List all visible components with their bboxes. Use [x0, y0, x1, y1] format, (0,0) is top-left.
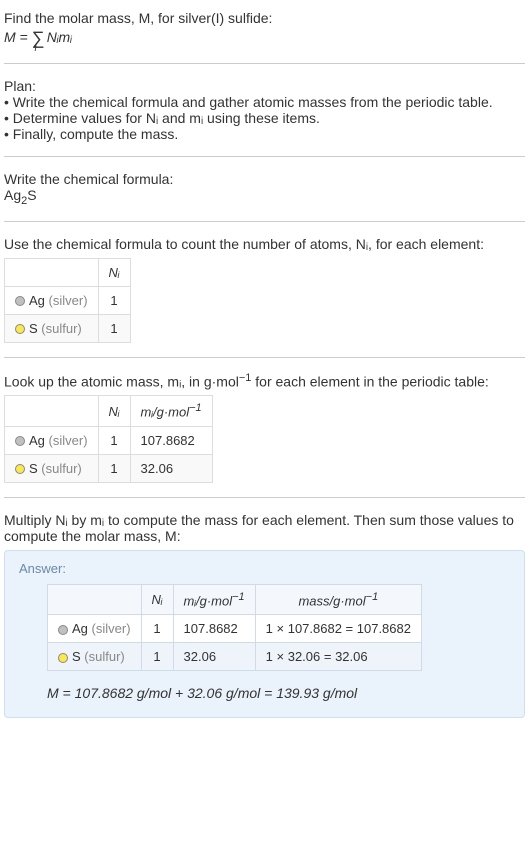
table-row: Ag (silver) 1 107.8682 — [5, 426, 213, 454]
plan-bullet: • Write the chemical formula and gather … — [4, 94, 525, 110]
m-cell: 107.8682 — [130, 426, 212, 454]
formula-part: S — [27, 187, 36, 203]
n-cell: 1 — [141, 615, 173, 643]
element-symbol: S — [72, 649, 81, 664]
plan-section: Plan: • Write the chemical formula and g… — [4, 72, 525, 148]
col-n: Nᵢ — [98, 396, 130, 426]
table-header-row: Nᵢ — [5, 258, 131, 286]
step-heading: Multiply Nᵢ by mᵢ to compute the mass fo… — [4, 512, 525, 544]
divider — [4, 357, 525, 358]
element-cell: Ag (silver) — [5, 426, 99, 454]
n-cell: 1 — [141, 643, 173, 671]
table-row: S (sulfur) 1 32.06 — [5, 454, 213, 482]
element-symbol: Ag — [29, 293, 45, 308]
element-cell: Ag (silver) — [5, 286, 99, 314]
step-multiply: Multiply Nᵢ by mᵢ to compute the mass fo… — [4, 506, 525, 724]
element-name: (silver) — [49, 433, 88, 448]
element-symbol: S — [29, 461, 38, 476]
element-name: (silver) — [92, 621, 131, 636]
eq-index: i — [34, 43, 36, 54]
element-swatch-icon — [58, 653, 68, 663]
heading-sup: −1 — [239, 372, 252, 384]
m-cell: 32.06 — [173, 643, 255, 671]
eq-left: M = — [4, 29, 32, 45]
heading-part: for each element in the periodic table: — [251, 373, 488, 389]
element-swatch-icon — [15, 464, 25, 474]
answer-box: Answer: Nᵢ mᵢ/g·mol−1 mass/g·mol−1 Ag (s… — [4, 550, 525, 718]
m-cell: 107.8682 — [173, 615, 255, 643]
col-element — [5, 396, 99, 426]
plan-heading: Plan: — [4, 78, 525, 94]
step-count-atoms: Use the chemical formula to count the nu… — [4, 230, 525, 349]
eq-right: Nᵢmᵢ — [47, 29, 72, 45]
step-heading: Write the chemical formula: — [4, 171, 525, 187]
answer-table: Nᵢ mᵢ/g·mol−1 mass/g·mol−1 Ag (silver) 1… — [47, 584, 422, 671]
m-cell: 32.06 — [130, 454, 212, 482]
element-swatch-icon — [15, 296, 25, 306]
col-m-sup: −1 — [232, 591, 245, 603]
element-swatch-icon — [15, 324, 25, 334]
col-m: mᵢ/g·mol−1 — [173, 584, 255, 614]
col-element — [5, 258, 99, 286]
n-cell: 1 — [98, 426, 130, 454]
element-cell: S (sulfur) — [48, 643, 142, 671]
step-heading: Look up the atomic mass, mᵢ, in g·mol−1 … — [4, 372, 525, 390]
element-cell: Ag (silver) — [48, 615, 142, 643]
table-header-row: Nᵢ mᵢ/g·mol−1 — [5, 396, 213, 426]
table-row: Ag (silver) 1 — [5, 286, 131, 314]
atoms-table: Nᵢ Ag (silver) 1 S (sulfur) 1 — [4, 258, 131, 343]
answer-label: Answer: — [19, 561, 510, 576]
atomic-mass-table: Nᵢ mᵢ/g·mol−1 Ag (silver) 1 107.8682 S (… — [4, 395, 213, 482]
formula-part: Ag — [4, 187, 21, 203]
plan-bullet: • Finally, compute the mass. — [4, 126, 525, 142]
n-cell: 1 — [98, 314, 130, 342]
divider — [4, 63, 525, 64]
step-atomic-mass: Look up the atomic mass, mᵢ, in g·mol−1 … — [4, 366, 525, 489]
table-row: S (sulfur) 1 32.06 1 × 32.06 = 32.06 — [48, 643, 422, 671]
table-header-row: Nᵢ mᵢ/g·mol−1 mass/g·mol−1 — [48, 584, 422, 614]
element-name: (sulfur) — [84, 649, 124, 664]
divider — [4, 497, 525, 498]
mass-cell: 1 × 32.06 = 32.06 — [255, 643, 421, 671]
col-m-text: mᵢ/g·mol — [141, 405, 190, 420]
element-cell: S (sulfur) — [5, 314, 99, 342]
divider — [4, 221, 525, 222]
chemical-formula: Ag2S — [4, 187, 525, 207]
intro-section: Find the molar mass, M, for silver(I) su… — [4, 4, 525, 55]
col-m-text: mᵢ/g·mol — [184, 593, 233, 608]
col-element — [48, 584, 142, 614]
plan-bullet: • Determine values for Nᵢ and mᵢ using t… — [4, 110, 525, 126]
intro-line: Find the molar mass, M, for silver(I) su… — [4, 10, 525, 26]
table-row: S (sulfur) 1 — [5, 314, 131, 342]
col-m-sup: −1 — [189, 402, 202, 414]
heading-part: Look up the atomic mass, mᵢ, in g·mol — [4, 373, 239, 389]
col-n: Nᵢ — [98, 258, 130, 286]
col-n: Nᵢ — [141, 584, 173, 614]
table-row: Ag (silver) 1 107.8682 1 × 107.8682 = 10… — [48, 615, 422, 643]
divider — [4, 156, 525, 157]
col-mass: mass/g·mol−1 — [255, 584, 421, 614]
element-symbol: Ag — [72, 621, 88, 636]
element-swatch-icon — [15, 436, 25, 446]
col-m: mᵢ/g·mol−1 — [130, 396, 212, 426]
element-name: (sulfur) — [41, 321, 81, 336]
element-swatch-icon — [58, 625, 68, 635]
element-symbol: Ag — [29, 433, 45, 448]
mass-cell: 1 × 107.8682 = 107.8682 — [255, 615, 421, 643]
n-cell: 1 — [98, 286, 130, 314]
step-chemical-formula: Write the chemical formula: Ag2S — [4, 165, 525, 213]
element-name: (silver) — [49, 293, 88, 308]
col-mass-text: mass/g·mol — [298, 593, 365, 608]
step-heading: Use the chemical formula to count the nu… — [4, 236, 525, 252]
final-result: M = 107.8682 g/mol + 32.06 g/mol = 139.9… — [47, 685, 510, 701]
element-name: (sulfur) — [41, 461, 81, 476]
element-cell: S (sulfur) — [5, 454, 99, 482]
col-mass-sup: −1 — [366, 591, 379, 603]
element-symbol: S — [29, 321, 38, 336]
intro-equation: M = ∑iNᵢmᵢ — [4, 28, 525, 49]
n-cell: 1 — [98, 454, 130, 482]
